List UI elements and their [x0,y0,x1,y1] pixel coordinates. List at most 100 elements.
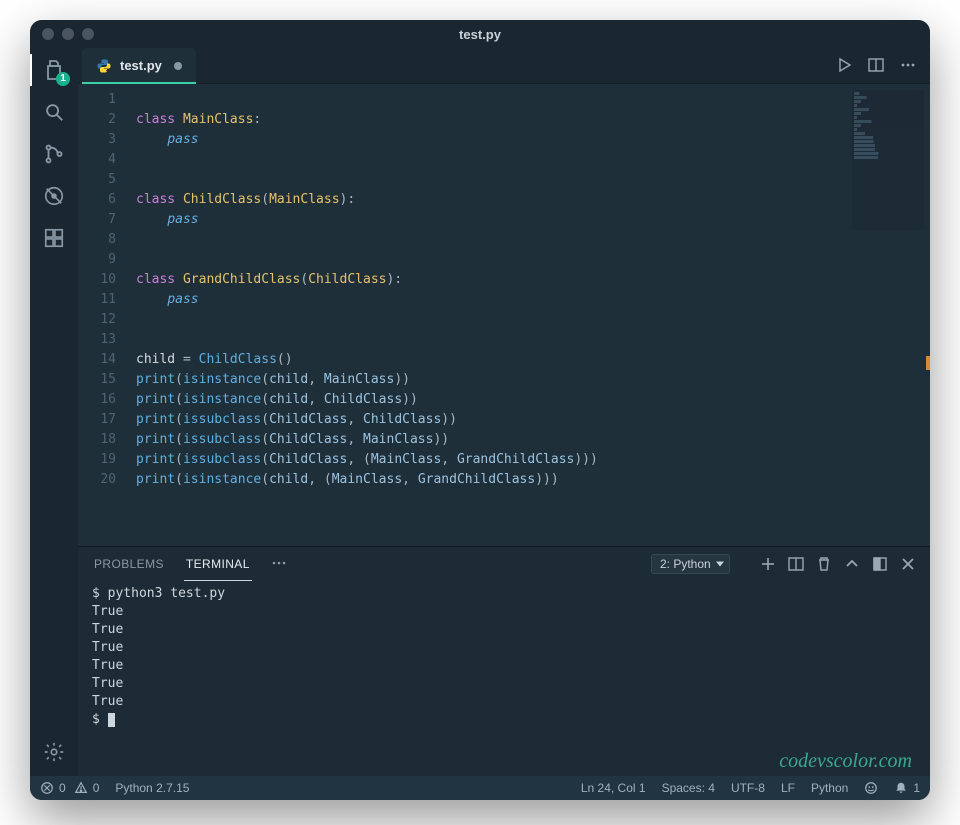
terminal-body[interactable]: $ python3 test.pyTrueTrueTrueTrueTrueTru… [78,581,930,776]
status-indentation[interactable]: Spaces: 4 [662,781,715,795]
code-line[interactable]: pass [136,290,930,310]
status-cursor-position[interactable]: Ln 24, Col 1 [581,781,646,795]
code-line[interactable]: pass [136,210,930,230]
line-number: 7 [78,210,116,230]
terminal-prompt[interactable]: $ [92,711,916,729]
code-line[interactable]: print(isinstance(child, (MainClass, Gran… [136,470,930,490]
source-control-icon[interactable] [40,140,68,168]
editor-tab[interactable]: test.py [82,48,196,84]
code-line[interactable] [136,310,930,330]
line-number: 12 [78,310,116,330]
code-content[interactable]: class MainClass: pass class ChildClass(M… [124,84,930,546]
split-editor-icon[interactable] [868,57,886,75]
line-number: 13 [78,330,116,350]
window-title: test.py [30,27,930,42]
line-number: 10 [78,270,116,290]
maximize-panel-icon[interactable] [872,556,888,572]
tab-problems[interactable]: PROBLEMS [92,547,166,581]
explorer-icon[interactable]: 1 [40,56,68,84]
line-number: 11 [78,290,116,310]
line-number: 4 [78,150,116,170]
error-icon [40,781,54,795]
extensions-icon[interactable] [40,224,68,252]
chevron-up-icon[interactable] [844,556,860,572]
tab-dirty-indicator [174,62,182,70]
code-line[interactable]: class GrandChildClass(ChildClass): [136,270,930,290]
line-number: 5 [78,170,116,190]
bell-icon [894,781,908,795]
bottom-panel: PROBLEMS TERMINAL 2: Python [78,546,930,776]
line-number: 3 [78,130,116,150]
code-line[interactable]: class ChildClass(MainClass): [136,190,930,210]
line-number: 8 [78,230,116,250]
code-line[interactable] [136,330,930,350]
line-number: 9 [78,250,116,270]
watermark: codevscolor.com [779,752,912,770]
titlebar: test.py [30,20,930,48]
close-panel-icon[interactable] [900,556,916,572]
terminal-line: True [92,639,916,657]
status-errors[interactable]: 0 [40,781,66,795]
editor-tab-row: test.py [78,48,930,84]
line-number: 20 [78,470,116,490]
search-icon[interactable] [40,98,68,126]
code-line[interactable]: print(issubclass(ChildClass, ChildClass)… [136,410,930,430]
code-line[interactable] [136,170,930,190]
maximize-window-button[interactable] [82,28,94,40]
overview-marker [926,356,930,370]
line-number: 2 [78,110,116,130]
code-line[interactable] [136,90,930,110]
line-number: 1 [78,90,116,110]
terminal-line: True [92,621,916,639]
editor-window: test.py 1 [30,20,930,800]
tab-terminal[interactable]: TERMINAL [184,547,252,581]
status-language[interactable]: Python [811,781,848,795]
line-number: 18 [78,430,116,450]
traffic-lights [42,28,94,40]
code-line[interactable]: print(isinstance(child, ChildClass)) [136,390,930,410]
status-python-version[interactable]: Python 2.7.15 [115,781,189,795]
panel-more-tabs-icon[interactable] [270,555,288,574]
tab-filename: test.py [120,58,162,73]
line-number: 6 [78,190,116,210]
more-actions-icon[interactable] [900,57,918,75]
line-number: 17 [78,410,116,430]
settings-gear-icon[interactable] [40,738,68,766]
debug-icon[interactable] [40,182,68,210]
code-line[interactable] [136,230,930,250]
terminal-line: True [92,675,916,693]
code-line[interactable]: print(issubclass(ChildClass, MainClass)) [136,430,930,450]
code-line[interactable]: class MainClass: [136,110,930,130]
panel-tabs: PROBLEMS TERMINAL 2: Python [78,547,930,581]
status-encoding[interactable]: UTF-8 [731,781,765,795]
status-eol[interactable]: LF [781,781,795,795]
status-bar: 0 0 Python 2.7.15 Ln 24, Col 1 Spaces: 4… [30,776,930,800]
python-file-icon [96,58,112,74]
status-notifications[interactable]: 1 [894,781,920,795]
status-warnings[interactable]: 0 [74,781,100,795]
line-number-gutter: 1234567891011121314151617181920 [78,84,124,546]
line-number: 16 [78,390,116,410]
terminal-line: True [92,657,916,675]
code-line[interactable] [136,150,930,170]
kill-terminal-icon[interactable] [816,556,832,572]
new-terminal-icon[interactable] [760,556,776,572]
minimap[interactable] [852,90,924,230]
smiley-icon [864,781,878,795]
editor-body[interactable]: 1234567891011121314151617181920 class Ma… [78,84,930,546]
minimize-window-button[interactable] [62,28,74,40]
line-number: 15 [78,370,116,390]
line-number: 19 [78,450,116,470]
close-window-button[interactable] [42,28,54,40]
activity-bar: 1 [30,48,78,776]
run-button[interactable] [836,57,854,75]
code-line[interactable]: print(isinstance(child, MainClass)) [136,370,930,390]
split-terminal-icon[interactable] [788,556,804,572]
code-line[interactable]: print(issubclass(ChildClass, (MainClass,… [136,450,930,470]
code-line[interactable]: pass [136,130,930,150]
terminal-selector[interactable]: 2: Python [651,554,730,574]
code-line[interactable] [136,250,930,270]
status-feedback[interactable] [864,781,878,795]
code-line[interactable]: child = ChildClass() [136,350,930,370]
terminal-line: $ python3 test.py [92,585,916,603]
